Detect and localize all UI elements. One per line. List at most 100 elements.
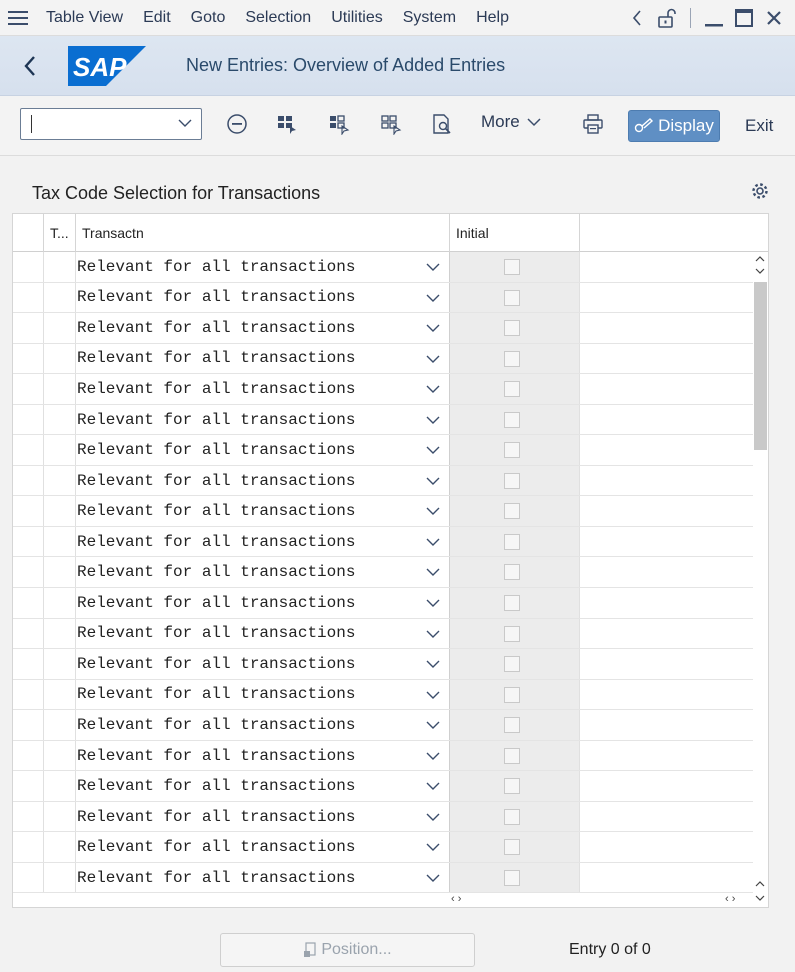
cell-t[interactable] — [44, 679, 76, 710]
minimize-icon[interactable] — [699, 3, 729, 33]
chevron-down-icon[interactable] — [425, 627, 441, 641]
select-all-column-header[interactable] — [13, 214, 44, 252]
vertical-scrollbar[interactable] — [753, 252, 768, 907]
chevron-down-icon[interactable] — [425, 382, 441, 396]
cell-t[interactable] — [44, 252, 76, 282]
column-header-t[interactable]: T... — [44, 214, 76, 252]
chevron-down-icon[interactable] — [425, 413, 441, 427]
row-selector[interactable] — [13, 526, 44, 557]
initial-checkbox[interactable] — [504, 411, 520, 428]
cell-t[interactable] — [44, 832, 76, 862]
transaction-dropdown[interactable]: Relevant for all transactions — [76, 862, 450, 893]
deselect-all-icon[interactable] — [377, 110, 405, 138]
transaction-dropdown[interactable]: Relevant for all transactions — [76, 282, 450, 313]
initial-checkbox[interactable] — [504, 778, 520, 795]
transaction-dropdown[interactable]: Relevant for all transactions — [76, 465, 450, 496]
initial-checkbox[interactable] — [504, 503, 520, 520]
transaction-dropdown[interactable]: Relevant for all transactions — [76, 618, 450, 649]
initial-checkbox[interactable] — [504, 564, 520, 581]
initial-checkbox[interactable] — [504, 442, 520, 459]
initial-checkbox[interactable] — [504, 289, 520, 306]
row-selector[interactable] — [13, 862, 44, 893]
row-selector[interactable] — [13, 740, 44, 771]
chevron-down-icon[interactable] — [177, 115, 193, 131]
row-selector[interactable] — [13, 465, 44, 496]
chevron-down-icon[interactable] — [425, 840, 441, 854]
chevron-down-icon[interactable] — [425, 657, 441, 671]
row-selector[interactable] — [13, 801, 44, 832]
settings-icon[interactable] — [751, 182, 769, 205]
unlock-icon[interactable] — [652, 3, 682, 33]
transaction-dropdown[interactable]: Relevant for all transactions — [76, 313, 450, 343]
cell-t[interactable] — [44, 618, 76, 649]
row-selector[interactable] — [13, 832, 44, 862]
transaction-dropdown[interactable]: Relevant for all transactions — [76, 679, 450, 710]
delete-row-icon[interactable] — [223, 110, 251, 138]
menu-edit[interactable]: Edit — [133, 9, 181, 27]
transaction-dropdown[interactable]: Relevant for all transactions — [76, 740, 450, 771]
initial-checkbox[interactable] — [504, 259, 520, 275]
scrollbar-thumb[interactable] — [754, 282, 767, 450]
transaction-dropdown[interactable]: Relevant for all transactions — [76, 526, 450, 557]
cell-t[interactable] — [44, 343, 76, 374]
cell-t[interactable] — [44, 435, 76, 465]
initial-checkbox[interactable] — [504, 808, 520, 825]
initial-checkbox[interactable] — [504, 625, 520, 642]
chevron-down-icon[interactable] — [425, 596, 441, 610]
chevron-down-icon[interactable] — [425, 443, 441, 457]
chevron-down-icon[interactable] — [425, 504, 441, 518]
row-selector[interactable] — [13, 374, 44, 404]
scroll-down-icon[interactable] — [755, 878, 765, 906]
chevron-down-icon[interactable] — [425, 871, 441, 885]
initial-checkbox[interactable] — [504, 350, 520, 367]
cell-t[interactable] — [44, 404, 76, 435]
display-button[interactable]: Display — [628, 110, 720, 142]
chevron-down-icon[interactable] — [425, 260, 441, 274]
row-selector[interactable] — [13, 343, 44, 374]
print-icon[interactable] — [579, 110, 607, 138]
transaction-dropdown[interactable]: Relevant for all transactions — [76, 801, 450, 832]
cell-t[interactable] — [44, 557, 76, 588]
initial-checkbox[interactable] — [504, 320, 520, 337]
chevron-down-icon[interactable] — [425, 718, 441, 732]
row-selector[interactable] — [13, 771, 44, 801]
hamburger-menu-icon[interactable] — [0, 10, 36, 26]
chevron-down-icon[interactable] — [425, 474, 441, 488]
initial-checkbox[interactable] — [504, 717, 520, 734]
menu-utilities[interactable]: Utilities — [321, 9, 393, 27]
scroll-up-icon[interactable] — [755, 254, 765, 280]
exit-button[interactable]: Exit — [745, 116, 773, 136]
row-selector[interactable] — [13, 679, 44, 710]
initial-checkbox[interactable] — [504, 869, 520, 886]
initial-checkbox[interactable] — [504, 381, 520, 398]
row-selector[interactable] — [13, 710, 44, 740]
row-selector[interactable] — [13, 588, 44, 618]
select-block-icon[interactable] — [325, 110, 353, 138]
transaction-dropdown[interactable]: Relevant for all transactions — [76, 771, 450, 801]
cell-t[interactable] — [44, 740, 76, 771]
row-selector[interactable] — [13, 252, 44, 282]
row-selector[interactable] — [13, 557, 44, 588]
chevron-down-icon[interactable] — [425, 810, 441, 824]
cell-t[interactable] — [44, 374, 76, 404]
transaction-dropdown[interactable]: Relevant for all transactions — [76, 496, 450, 526]
transaction-dropdown[interactable]: Relevant for all transactions — [76, 374, 450, 404]
cell-t[interactable] — [44, 801, 76, 832]
cell-t[interactable] — [44, 313, 76, 343]
row-selector[interactable] — [13, 282, 44, 313]
back-button[interactable] — [0, 36, 60, 96]
initial-checkbox[interactable] — [504, 595, 520, 612]
cell-t[interactable] — [44, 282, 76, 313]
chevron-down-icon[interactable] — [425, 565, 441, 579]
column-header-transactn[interactable]: Transactn — [76, 214, 450, 252]
initial-checkbox[interactable] — [504, 747, 520, 764]
cell-t[interactable] — [44, 496, 76, 526]
cell-t[interactable] — [44, 710, 76, 740]
cell-t[interactable] — [44, 465, 76, 496]
chevron-down-icon[interactable] — [425, 291, 441, 305]
menu-system[interactable]: System — [393, 9, 466, 27]
cell-t[interactable] — [44, 771, 76, 801]
initial-checkbox[interactable] — [504, 686, 520, 703]
transaction-dropdown[interactable]: Relevant for all transactions — [76, 404, 450, 435]
transaction-dropdown[interactable]: Relevant for all transactions — [76, 343, 450, 374]
